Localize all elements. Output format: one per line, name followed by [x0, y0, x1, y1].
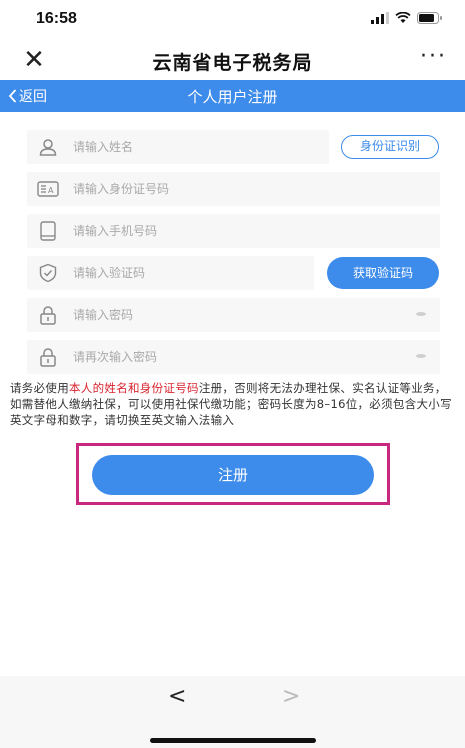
home-indicator[interactable] [150, 738, 316, 743]
id-recognize-button[interactable]: 身份证识别 [341, 135, 439, 159]
back-arrow-button[interactable]: < [168, 684, 186, 709]
password-confirm-input[interactable] [73, 350, 440, 364]
page-title: 个人用户注册 [187, 88, 278, 106]
id-number-field: A [27, 172, 440, 206]
registration-notice: 请务必使用本人的姓名和身份证号码注册，否则将无法办理社保、实名认证等业务，如需替… [10, 380, 458, 428]
forward-arrow-button[interactable]: > [282, 684, 300, 709]
phone-field [27, 214, 440, 248]
nav-bar: 返回 个人用户注册 [0, 80, 465, 112]
wifi-icon [395, 12, 411, 23]
notice-highlight: 本人的姓名和身份证号码 [69, 381, 199, 395]
phone-input[interactable] [73, 224, 440, 238]
code-field [27, 256, 314, 290]
more-options-button[interactable]: ··· [420, 44, 447, 69]
lock-icon [37, 304, 59, 326]
status-time: 16:58 [36, 10, 77, 27]
eye-icon[interactable] [416, 354, 426, 358]
register-button[interactable]: 注册 [92, 455, 374, 495]
password-field [27, 298, 440, 332]
code-input[interactable] [73, 266, 314, 280]
shield-icon [37, 262, 59, 284]
bottom-nav-bar: < > [0, 676, 465, 748]
title-bar: ✕ 云南省电子税务局 ··· [0, 40, 465, 82]
password-input[interactable] [73, 308, 440, 322]
password-confirm-field [27, 340, 440, 374]
phone-icon [37, 220, 59, 242]
signal-icon [371, 12, 389, 24]
id-card-icon: A [37, 178, 59, 200]
svg-text:A: A [48, 186, 54, 195]
user-icon [37, 136, 59, 158]
get-code-button[interactable]: 获取验证码 [327, 257, 439, 289]
status-icons [371, 12, 443, 24]
eye-icon[interactable] [416, 312, 426, 316]
name-field [27, 130, 329, 164]
status-bar: 16:58 [0, 0, 465, 40]
id-number-input[interactable] [73, 182, 440, 196]
lock-icon [37, 346, 59, 368]
name-input[interactable] [73, 140, 329, 154]
battery-icon [417, 12, 442, 24]
app-title: 云南省电子税务局 [152, 52, 313, 74]
notice-text: 请务必使用 [10, 381, 69, 395]
